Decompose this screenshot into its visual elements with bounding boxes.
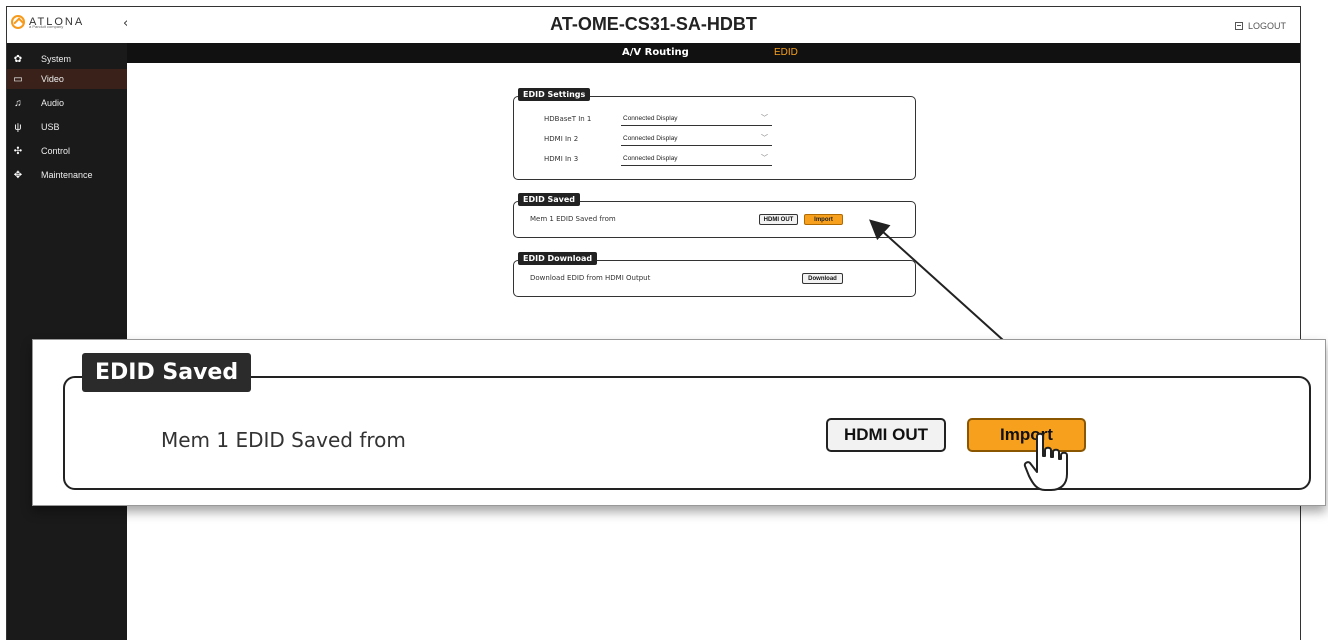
zoom-edid-saved-legend: EDID Saved <box>82 353 252 392</box>
zoom-callout: EDID Saved Mem 1 EDID Saved from HDMI OU… <box>32 339 1326 506</box>
callout-arrow <box>869 219 1004 341</box>
zoom-hdmi-out-button[interactable]: HDMI OUT <box>826 418 946 452</box>
zoom-edid-saved-label: Mem 1 EDID Saved from <box>161 428 406 452</box>
hand-cursor-icon <box>1023 432 1068 491</box>
